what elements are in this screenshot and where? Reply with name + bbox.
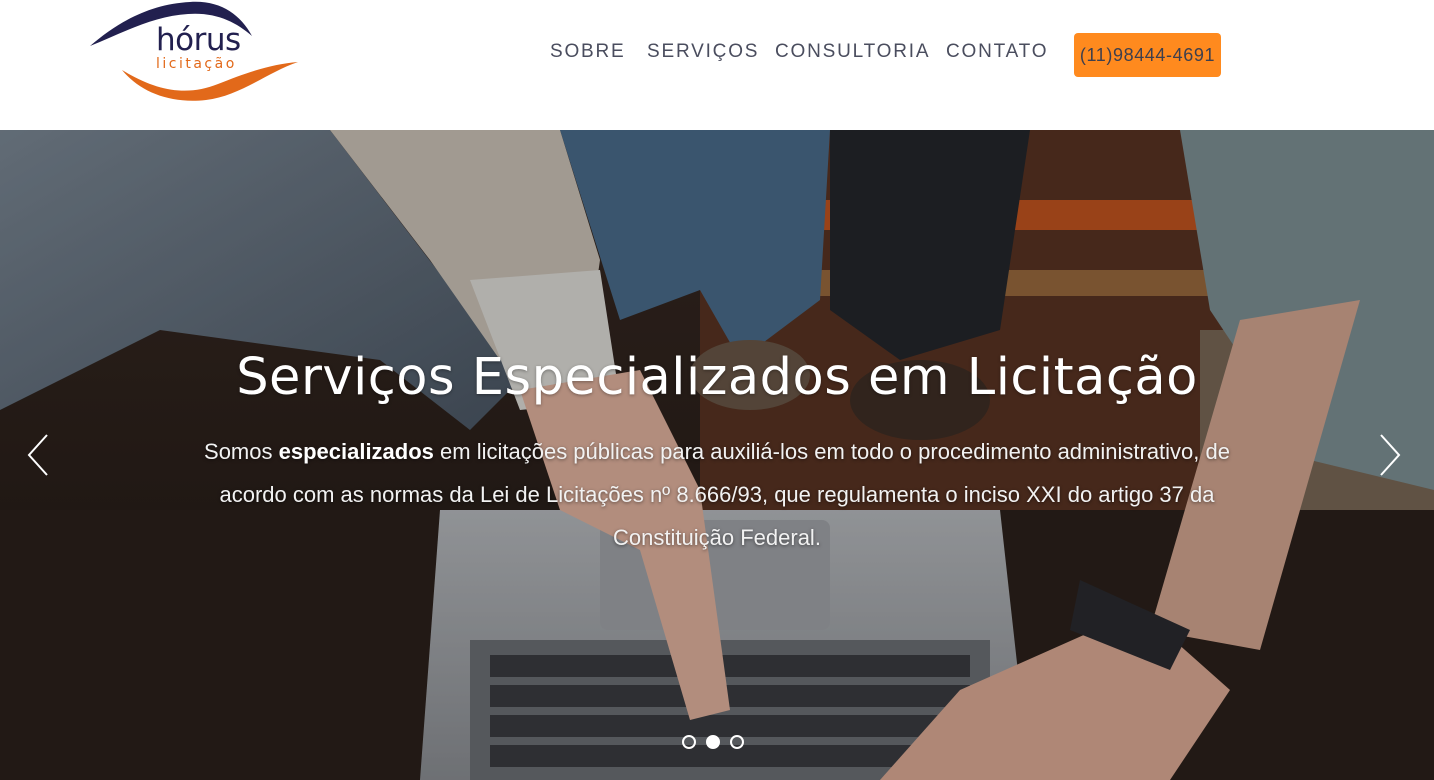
hero-title: Serviços Especializados em Licitação (236, 348, 1198, 407)
logo-tagline: licitação (156, 56, 237, 72)
site-header: hórus licitação SOBRE SERVIÇOS CONSULTOR… (0, 0, 1434, 130)
slider-dot-3[interactable] (730, 735, 744, 749)
hero-text-highlight: especializados (278, 439, 434, 464)
slider-dot-1[interactable] (682, 735, 696, 749)
slider-pagination (682, 735, 752, 751)
chevron-right-icon (1380, 434, 1401, 476)
slider-next-button[interactable] (1378, 433, 1402, 477)
logo-wordmark: hórus (156, 22, 241, 58)
slider-dot-2[interactable] (706, 735, 720, 749)
phone-button-label: (11)98444-4691 (1079, 44, 1216, 65)
brand-logo[interactable]: hórus licitação (88, 0, 300, 104)
hero-description: Somos especializados em licitações públi… (170, 430, 1264, 559)
hero-slider: Serviços Especializados em Licitação Som… (0, 130, 1434, 780)
nav-item-sobre[interactable]: SOBRE (550, 41, 626, 63)
nav-item-servicos[interactable]: SERVIÇOS (647, 41, 759, 63)
phone-button[interactable]: (11)98444-4691 (1074, 33, 1221, 77)
nav-item-contato[interactable]: CONTATO (946, 41, 1048, 63)
chevron-left-icon (27, 434, 48, 476)
slider-prev-button[interactable] (26, 433, 50, 477)
nav-item-consultoria[interactable]: CONSULTORIA (775, 41, 930, 63)
hero-text-intro: Somos (204, 439, 279, 464)
